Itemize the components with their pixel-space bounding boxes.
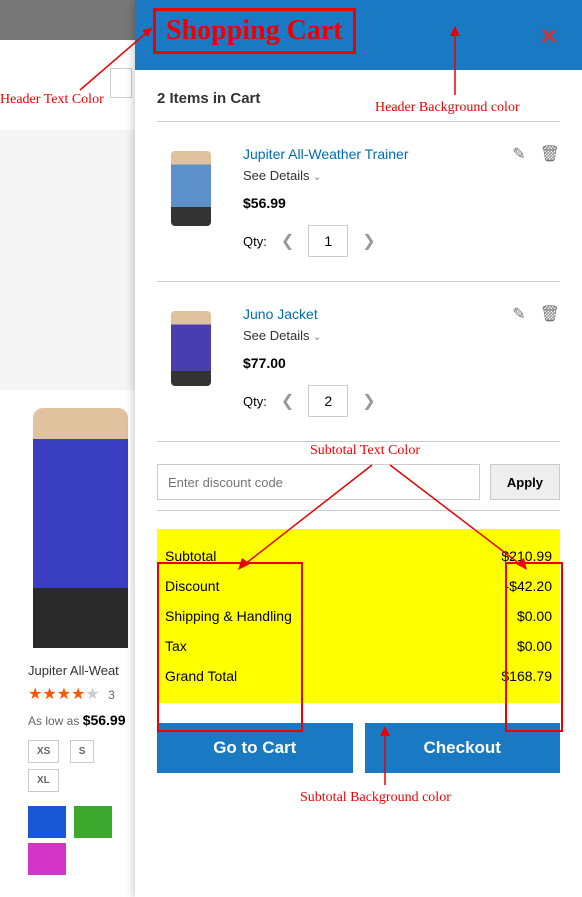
qty-label: Qty: — [243, 394, 267, 409]
total-label: Discount — [165, 578, 219, 594]
edit-icon[interactable]: ✎ — [512, 304, 525, 324]
divider — [157, 441, 560, 442]
swatch-blue[interactable] — [28, 806, 66, 838]
total-value: $0.00 — [517, 638, 552, 654]
trash-icon[interactable]: 🗑 — [540, 144, 560, 164]
divider — [157, 281, 560, 282]
see-details-toggle[interactable]: See Details⌄ — [243, 328, 560, 343]
minicart-title: Shopping Cart — [153, 8, 356, 54]
annotation-subtotal-bg-color: Subtotal Background color — [300, 790, 451, 806]
swatch-green[interactable] — [74, 806, 112, 838]
light-bg — [0, 130, 135, 390]
annotation-header-bg-color: Header Background color — [375, 100, 520, 116]
chevron-down-icon: ⌄ — [312, 331, 321, 343]
product-title[interactable]: Jupiter All-Weat — [28, 663, 133, 678]
trash-icon[interactable]: 🗑 — [540, 304, 560, 324]
total-label: Shipping & Handling — [165, 608, 292, 624]
go-to-cart-button[interactable]: Go to Cart — [157, 723, 353, 773]
product-price: As low as $56.99 — [28, 712, 133, 728]
total-row: Tax $0.00 — [163, 631, 554, 661]
cart-item-price: $77.00 — [243, 355, 560, 371]
qty-label: Qty: — [243, 234, 267, 249]
total-value: -$42.20 — [505, 578, 552, 594]
cart-item-image[interactable] — [157, 146, 225, 231]
chevron-down-icon: ⌄ — [312, 171, 321, 183]
close-icon[interactable]: ✕ — [540, 24, 558, 50]
annotation-header-text-color: Header Text Color — [0, 92, 104, 108]
total-row: Grand Total $168.79 — [163, 661, 554, 691]
see-details-toggle[interactable]: See Details⌄ — [243, 168, 560, 183]
qty-increase-icon[interactable]: ❯ — [358, 227, 379, 255]
total-row: Shipping & Handling $0.00 — [163, 601, 554, 631]
total-value: $168.79 — [501, 668, 552, 684]
annotation-subtotal-text-color: Subtotal Text Color — [310, 443, 420, 459]
cart-item-image[interactable] — [157, 306, 225, 391]
total-value: $0.00 — [517, 608, 552, 624]
review-count: 3 — [108, 688, 115, 702]
edit-icon[interactable]: ✎ — [512, 144, 525, 164]
qty-decrease-icon[interactable]: ❮ — [277, 227, 298, 255]
size-options: XS S XL — [28, 740, 133, 798]
rating-stars: ★★★★★ 3 — [28, 684, 133, 704]
total-label: Subtotal — [165, 548, 216, 564]
size-option-xl[interactable]: XL — [28, 769, 59, 792]
cart-item-price: $56.99 — [243, 195, 560, 211]
product-image[interactable] — [28, 398, 133, 648]
total-row: Discount -$42.20 — [163, 571, 554, 601]
size-option-xs[interactable]: XS — [28, 740, 59, 763]
qty-decrease-icon[interactable]: ❮ — [277, 387, 298, 415]
size-option-s[interactable]: S — [70, 740, 95, 763]
cart-item: Juno Jacket See Details⌄ $77.00 Qty: ❮ ❯… — [157, 296, 560, 427]
total-label: Tax — [165, 638, 187, 654]
product-card: Jupiter All-Weat ★★★★★ 3 As low as $56.9… — [28, 398, 133, 663]
minicart-header: Shopping Cart ✕ — [135, 0, 582, 70]
color-swatches — [28, 806, 133, 880]
divider — [157, 121, 560, 122]
swatch-pink[interactable] — [28, 843, 66, 875]
qty-input[interactable] — [308, 385, 348, 417]
qty-increase-icon[interactable]: ❯ — [358, 387, 379, 415]
qty-input[interactable] — [308, 225, 348, 257]
cart-item: Jupiter All-Weather Trainer See Details⌄… — [157, 136, 560, 267]
total-label: Grand Total — [165, 668, 237, 684]
